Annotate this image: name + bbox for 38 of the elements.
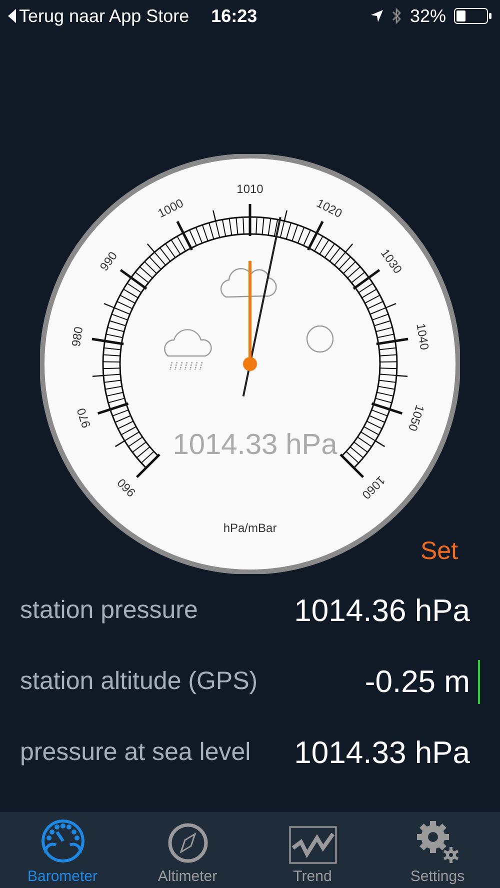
- battery-percentage: 32%: [410, 6, 446, 26]
- tab[interactable]: Barometer: [8, 812, 118, 888]
- scale-label: 970: [74, 406, 94, 430]
- gauge-icon: [40, 818, 86, 864]
- compass-icon: [166, 822, 208, 864]
- scale-label: 1020: [314, 196, 344, 221]
- pressure-reading: 1014.33 hPa: [172, 429, 338, 461]
- sun-icon: [306, 325, 334, 353]
- text-cursor: [478, 660, 480, 704]
- reference-needle[interactable]: [243, 261, 257, 371]
- rain-cloud-icon: [164, 329, 212, 370]
- scale-label: 960: [114, 476, 138, 500]
- battery-icon: [454, 8, 492, 24]
- scale-label: 1010: [236, 182, 264, 196]
- scale-label: 990: [97, 249, 120, 274]
- reading-label: station pressure: [20, 596, 199, 625]
- location-arrow-icon: [370, 9, 384, 23]
- set-button[interactable]: Set: [420, 537, 458, 566]
- scale-label: 980: [68, 326, 86, 348]
- reading-label: pressure at sea level: [20, 738, 252, 767]
- unit-label: hPa/mBar: [223, 521, 277, 535]
- clouds-icon: [220, 268, 277, 298]
- clock-time: 16:23: [211, 6, 258, 26]
- reading-value: -0.25 m: [364, 664, 470, 700]
- scale-label: 1050: [406, 403, 428, 433]
- trend-chart-icon: [288, 826, 336, 864]
- scale-label: 1040: [414, 322, 432, 351]
- reading-value: 1014.33 hPa: [294, 734, 470, 770]
- back-arrow-icon: [8, 9, 16, 23]
- scale-label: 1000: [156, 196, 186, 221]
- tab[interactable]: Altimeter: [132, 812, 242, 888]
- tab[interactable]: Settings: [382, 812, 492, 888]
- tab[interactable]: Trend: [258, 812, 368, 888]
- gears-icon: [416, 820, 460, 864]
- reading-label: station altitude (GPS): [20, 667, 259, 696]
- bluetooth-icon: [392, 7, 402, 25]
- back-link[interactable]: Terug naar App Store: [8, 6, 190, 26]
- reading-value: 1014.36 hPa: [294, 592, 470, 628]
